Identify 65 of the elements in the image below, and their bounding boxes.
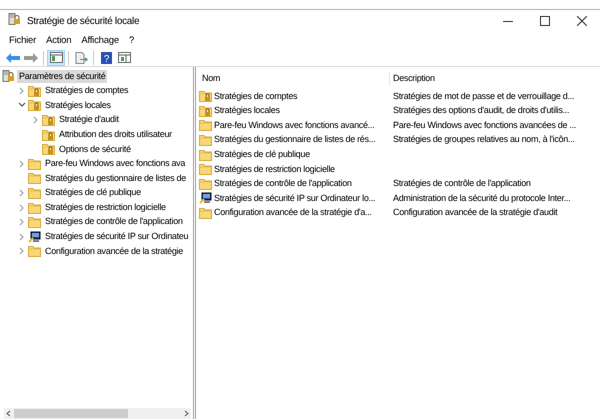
list-item-description: Configuration avancée de la stratégie d'audit bbox=[392, 206, 558, 220]
tree-item[interactable]: Stratégies de comptes bbox=[43, 84, 130, 98]
locked-folder-icon bbox=[28, 99, 41, 112]
folder-icon bbox=[28, 172, 41, 184]
menu-item[interactable]: Fichier bbox=[4, 34, 42, 49]
locked-folder-icon bbox=[28, 84, 41, 97]
list-item-name[interactable]: Stratégies de restriction logicielle bbox=[214, 162, 335, 176]
help-button[interactable]: ? bbox=[97, 50, 115, 66]
list-item-name[interactable]: Stratégies de contrôle de l'application bbox=[214, 177, 352, 191]
folder-icon bbox=[199, 178, 212, 190]
locked-folder-icon bbox=[199, 90, 212, 102]
app-icon bbox=[8, 12, 21, 25]
menu-item[interactable]: Affichage bbox=[76, 34, 124, 49]
tree-item[interactable]: Options de sécurité bbox=[57, 142, 133, 156]
close-icon bbox=[576, 16, 586, 26]
tree-item[interactable]: Stratégies de contrôle de l'application bbox=[43, 215, 185, 229]
list-item-name[interactable]: Stratégies du gestionnaire de listes de rés... bbox=[214, 133, 376, 147]
tree-item[interactable]: Attribution des droits utilisateur bbox=[57, 128, 174, 142]
tree-item[interactable]: Pare-feu Windows avec fonctions ava bbox=[43, 157, 188, 171]
locked-folder-icon bbox=[42, 143, 55, 156]
list-item-name[interactable]: Configuration avancée de la stratégie d'a... bbox=[214, 206, 372, 220]
folder-icon bbox=[199, 134, 212, 146]
list-item-name[interactable]: Stratégies de clé publique bbox=[214, 148, 310, 162]
list-item-name[interactable]: Pare-feu Windows avec fonctions avancé... bbox=[214, 118, 374, 132]
tree-item[interactable]: Stratégies de restriction logicielle bbox=[43, 200, 168, 214]
computer-icon bbox=[28, 230, 41, 243]
locked-folder-icon bbox=[199, 104, 212, 117]
tree-item[interactable]: Stratégies du gestionnaire de listes de bbox=[43, 172, 188, 186]
panel-button[interactable] bbox=[47, 50, 65, 66]
folder-icon bbox=[199, 119, 212, 132]
column-header[interactable]: Nom bbox=[199, 72, 390, 86]
panel-button[interactable] bbox=[115, 50, 133, 66]
maximize-icon bbox=[540, 16, 550, 26]
folder-icon bbox=[28, 202, 41, 214]
list-item-description: Pare-feu Windows avec fonctions avancées de ... bbox=[392, 118, 576, 132]
list-item-description: Stratégies de contrôle de l'application bbox=[392, 177, 531, 190]
tree-item[interactable]: Paramètres de sécurité bbox=[17, 70, 108, 84]
folder-icon bbox=[199, 163, 212, 176]
menu-item[interactable]: ? bbox=[124, 34, 140, 49]
folder-icon bbox=[28, 245, 41, 258]
folder-icon bbox=[28, 187, 41, 200]
list-item-description: Stratégies de groupes relatives au nom, à l'icôn... bbox=[392, 133, 575, 146]
security-settings-icon bbox=[2, 70, 15, 82]
menu-item[interactable]: Action bbox=[41, 34, 76, 49]
window-title: Stratégie de sécurité locale bbox=[27, 14, 140, 28]
list-item-name[interactable]: Stratégies de comptes bbox=[214, 90, 298, 104]
horizontal-scrollbar[interactable] bbox=[4, 408, 191, 419]
list-item-description: Stratégies de mot de passe et de verrouillage d... bbox=[392, 90, 574, 103]
locked-folder-icon bbox=[42, 114, 55, 126]
tree-item[interactable]: Stratégie d'audit bbox=[57, 113, 121, 127]
tree-item[interactable]: Stratégies de clé publique bbox=[43, 186, 143, 200]
list-item-name[interactable]: Stratégies locales bbox=[214, 104, 280, 118]
tree-item[interactable]: Stratégies locales bbox=[43, 98, 113, 112]
tree-item[interactable]: Configuration avancée de la stratégie bbox=[43, 244, 185, 258]
column-header[interactable]: Description bbox=[390, 72, 600, 86]
list-item-description: Administration de la sécurité du protocole Inter... bbox=[392, 192, 570, 205]
folder-icon bbox=[199, 148, 212, 161]
computer-icon bbox=[199, 192, 212, 204]
folder-icon bbox=[199, 207, 212, 220]
locked-folder-icon bbox=[42, 128, 55, 141]
tree-item[interactable]: Stratégies de sécurité IP sur Ordinateu bbox=[43, 230, 190, 244]
list-item-name[interactable]: Stratégies de sécurité IP sur Ordinateur lo... bbox=[214, 192, 376, 206]
folder-icon bbox=[28, 216, 41, 228]
list-item-description: Stratégies des options d'audit, de droits d'utilis... bbox=[392, 104, 570, 118]
folder-icon bbox=[28, 158, 41, 170]
